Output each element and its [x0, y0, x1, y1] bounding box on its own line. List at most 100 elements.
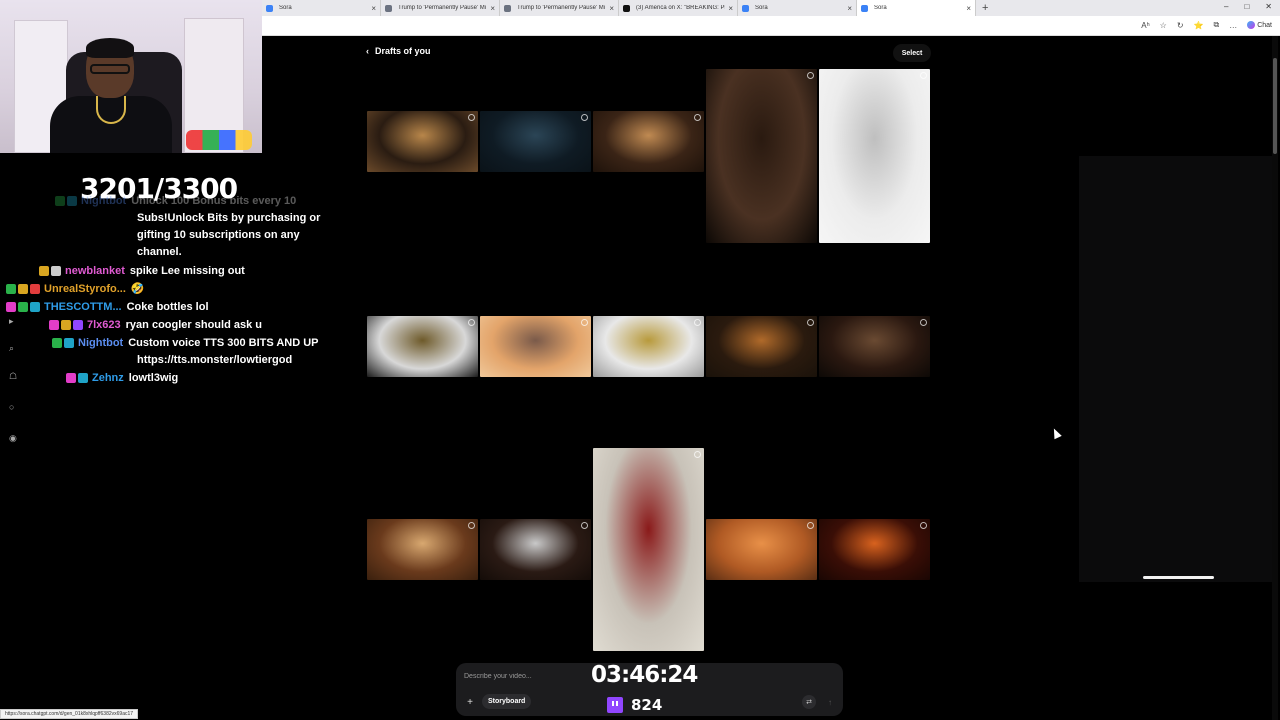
browser-tab[interactable]: Sora × — [262, 0, 381, 16]
chat-text: lowtl3wig — [128, 372, 179, 384]
chat-username[interactable]: THESCOTTM... — [44, 301, 122, 313]
tab-title: Sora — [279, 5, 292, 11]
more-icon[interactable]: … — [1229, 21, 1237, 30]
add-icon[interactable]: + — [463, 695, 477, 709]
draft-thumbnail-man-gold-robe-mirror[interactable] — [367, 316, 478, 377]
chat-badge-icon — [6, 284, 16, 295]
chat-badges — [52, 338, 74, 349]
close-tab-icon[interactable]: × — [847, 4, 852, 13]
tab-favicon-icon — [504, 4, 511, 12]
close-window-icon[interactable]: ✕ — [1265, 2, 1272, 11]
twitch-icon — [607, 697, 623, 713]
browser-tab[interactable]: Trump to 'Permanently Pause' Mi × — [500, 0, 619, 16]
viewer-count: 824 — [607, 696, 662, 714]
sora-watermark-icon — [920, 319, 927, 326]
chat-badge-icon — [64, 338, 74, 349]
bell-icon[interactable]: ○ — [9, 402, 14, 412]
tab-favicon-icon — [385, 4, 392, 12]
chat-badges — [6, 302, 40, 313]
draft-thumbnail-robot-arm-orange[interactable] — [706, 519, 817, 580]
chat-username[interactable]: UnrealStyrofo... — [44, 283, 126, 295]
browser-tab[interactable]: (3) America on X: "BREAKING: Pre × — [619, 0, 738, 16]
refresh-icon[interactable]: ↻ — [1177, 21, 1184, 30]
storyboard-button[interactable]: Storyboard — [482, 694, 532, 709]
draft-thumbnail-gold-robe-hallway[interactable] — [593, 316, 704, 377]
back-button[interactable]: ‹ Drafts of you — [366, 46, 431, 56]
read-aloud-icon[interactable]: Aʰ — [1141, 21, 1149, 30]
sora-watermark-icon — [920, 522, 927, 529]
favorite-star-icon[interactable]: ☆ — [1160, 21, 1167, 30]
sora-watermark-icon — [694, 114, 701, 121]
chat-text: 🤣 — [130, 283, 145, 295]
webcam-overlay — [0, 0, 262, 153]
minimize-icon[interactable]: – — [1224, 2, 1228, 11]
panel-handle[interactable] — [1143, 576, 1214, 579]
draft-thumbnail-glass-pitcher[interactable] — [819, 69, 930, 243]
sora-watermark-icon — [581, 522, 588, 529]
browser-tab[interactable]: Sora × — [857, 0, 976, 16]
sora-watermark-icon — [468, 522, 475, 529]
draft-thumbnail-smiling-man-gold-chain[interactable] — [706, 69, 817, 243]
copilot-icon — [1247, 21, 1256, 29]
chat-text: Unlock 100 Bonus bits every 10 — [131, 195, 297, 207]
sora-watermark-icon — [694, 319, 701, 326]
tab-title: Sora — [755, 5, 768, 11]
chat-username[interactable]: 7lx623 — [87, 319, 121, 331]
draft-thumbnail-hand-closeup-blue[interactable] — [480, 111, 591, 172]
close-tab-icon[interactable]: × — [966, 4, 971, 13]
prompt-input[interactable] — [464, 673, 584, 680]
chat-message: newblanket spike Lee missing out — [39, 263, 245, 280]
close-tab-icon[interactable]: × — [728, 4, 733, 13]
copilot-chat-button[interactable]: Chat — [1247, 21, 1272, 29]
settings-icon[interactable]: ⇄ — [802, 695, 816, 709]
favorites-icon[interactable]: ⭐ — [1194, 21, 1204, 30]
draft-thumbnail-couple-sunset[interactable] — [480, 316, 591, 377]
close-tab-icon[interactable]: × — [609, 4, 614, 13]
search-icon[interactable]: ⌕ — [9, 343, 14, 354]
browser-tab[interactable]: Sora × — [738, 0, 857, 16]
draft-thumbnail-man-talking-night[interactable] — [819, 316, 930, 377]
draft-thumbnail-caesar-laurel-wreath[interactable] — [593, 448, 704, 651]
maximize-icon[interactable]: □ — [1244, 2, 1249, 11]
draft-thumbnail-fire-landscape-figure[interactable] — [819, 519, 930, 580]
chat-username[interactable]: Nightbot — [78, 337, 123, 349]
chat-badges — [6, 284, 40, 295]
tab-favicon-icon — [742, 4, 749, 12]
browser-tab[interactable]: Trump to 'Permanently Pause' Mi × — [381, 0, 500, 16]
profile-icon[interactable]: ◉ — [9, 433, 17, 444]
chat-username[interactable]: newblanket — [65, 265, 125, 277]
tab-title: Sora — [874, 5, 887, 11]
new-tab-icon[interactable]: + — [982, 2, 988, 14]
chat-badge-icon — [66, 373, 76, 384]
chat-badge-icon — [6, 302, 16, 313]
chat-badge-icon — [18, 284, 28, 295]
tab-favicon-icon — [861, 4, 868, 12]
select-button[interactable]: Select — [893, 44, 931, 62]
explore-icon[interactable]: ▸ — [9, 316, 14, 327]
chat-message: THESCOTTM... Coke bottles lol — [6, 299, 209, 316]
chat-username[interactable]: Zehnz — [92, 372, 124, 384]
draft-thumbnail-dinner-toast-couple[interactable] — [593, 111, 704, 172]
tab-title: (3) America on X: "BREAKING: Pre — [636, 5, 726, 11]
chat-message: UnrealStyrofo... 🤣 — [6, 281, 145, 298]
draft-thumbnail-man-smiling-city-lights[interactable] — [367, 111, 478, 172]
copilot-label: Chat — [1257, 21, 1272, 29]
send-icon[interactable]: ↑ — [823, 695, 837, 709]
browser-toolbar: Aʰ ☆ ↻ ⭐ ⧉ … Chat — [262, 16, 1280, 36]
close-tab-icon[interactable]: × — [490, 4, 495, 13]
close-tab-icon[interactable]: × — [371, 4, 376, 13]
side-preview-panel — [1079, 156, 1273, 582]
draft-thumbnail-grill-teeth-closeup[interactable] — [480, 519, 591, 580]
chat-badge-icon — [51, 266, 61, 277]
chat-username[interactable]: Nightbot — [81, 195, 126, 207]
chat-badges — [55, 196, 77, 207]
draft-thumbnail-woman-bokeh-night[interactable] — [706, 316, 817, 377]
page-scrollbar-thumb[interactable] — [1273, 58, 1277, 154]
chat-badges — [39, 266, 61, 277]
tab-title: Trump to 'Permanently Pause' Mi — [517, 5, 606, 11]
draft-thumbnail-family-dinner-table[interactable] — [367, 519, 478, 580]
chat-message: Nightbot Unlock 100 Bonus bits every 10 — [55, 193, 296, 210]
trophy-icon[interactable]: ☖ — [9, 371, 17, 382]
collections-icon[interactable]: ⧉ — [1213, 20, 1219, 30]
tab-favicon-icon — [623, 4, 630, 12]
